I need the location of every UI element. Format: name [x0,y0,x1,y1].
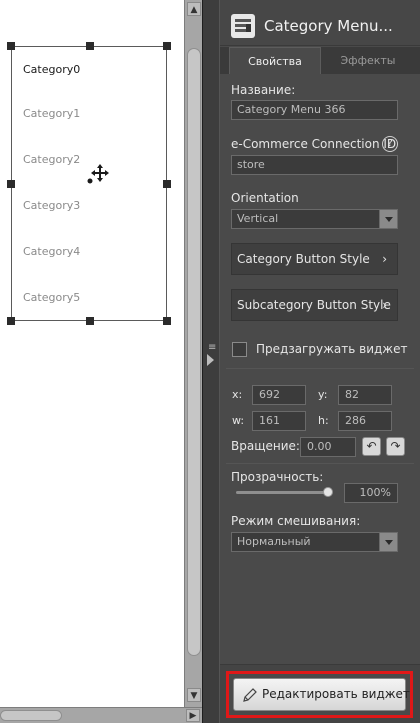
edit-widget-button[interactable]: Редактировать виджет [233,678,410,711]
category-item[interactable]: Category0 [23,63,80,76]
subcategory-button-style-button[interactable]: Subcategory Button Style › [231,289,398,321]
divider [226,368,414,369]
opacity-slider-handle[interactable] [323,487,333,497]
panel-title: Category Menu... [264,17,393,35]
h-field[interactable]: 286 [338,411,392,431]
category-item[interactable]: Category4 [23,245,80,258]
chevron-down-icon[interactable] [379,210,397,228]
connection-id-field[interactable]: store [231,155,398,175]
orientation-select[interactable]: Vertical [231,209,398,229]
resize-handle-bottom-left[interactable] [7,317,15,325]
resize-handle-top[interactable] [86,42,94,50]
rotation-field[interactable]: 0.00 [300,437,356,457]
name-label: Название: [231,83,296,97]
opacity-slider[interactable] [236,491,328,494]
orientation-label: Orientation [231,191,299,205]
collapse-arrow-icon[interactable] [207,354,214,366]
w-field[interactable]: 161 [252,411,306,431]
vertical-scrollbar[interactable]: ▲ ▼ [184,0,202,707]
opacity-field[interactable]: 100% [344,483,398,503]
resize-handle-top-left[interactable] [7,42,15,50]
scroll-up-icon[interactable]: ▲ [187,2,201,16]
scroll-right-icon[interactable]: ▶ [186,709,200,722]
rotate-left-icon[interactable]: ↶ [362,437,381,456]
resize-handle-top-right[interactable] [163,42,171,50]
resize-handle-bottom-right[interactable] [163,317,171,325]
properties-panel: Category Menu... Свойства Эффекты Назван… [220,0,420,723]
tab-effects[interactable]: Эффекты [322,47,414,74]
tab-bar: Свойства Эффекты [220,47,420,74]
vertical-scroll-thumb[interactable] [187,48,201,656]
category-item[interactable]: Category2 [23,153,80,166]
grip-icon: ≡ [208,342,217,353]
name-field[interactable]: Category Menu 366 [231,100,398,120]
horizontal-scroll-thumb[interactable] [0,710,62,721]
design-canvas[interactable]: Category0 Category1 Category2 Category3 … [0,0,184,707]
horizontal-scrollbar[interactable]: ▶ [0,707,202,723]
pencil-icon [243,688,257,702]
help-icon[interactable]: ? [382,136,398,152]
x-label: x: [232,388,243,401]
w-label: w: [232,414,245,427]
category-item[interactable]: Category3 [23,199,80,212]
blend-mode-select[interactable]: Нормальный [231,532,398,552]
divider [226,463,414,464]
preload-label: Предзагружать виджет [256,342,408,356]
panel-header: Category Menu... [220,0,420,46]
rotation-label: Вращение: [231,439,300,453]
blend-mode-value: Нормальный [237,535,311,548]
panel-footer: Редактировать виджет [220,664,420,723]
category-item[interactable]: Category5 [23,291,80,304]
chevron-right-icon: › [382,252,387,266]
chevron-down-icon[interactable] [379,533,397,551]
y-field[interactable]: 82 [338,385,392,405]
category-menu-icon [231,14,255,38]
resize-handle-bottom[interactable] [86,317,94,325]
rotate-right-icon[interactable]: ↷ [386,437,405,456]
blend-mode-label: Режим смешивания: [231,514,361,528]
edit-widget-label: Редактировать виджет [262,687,410,701]
category-button-style-label: Category Button Style [237,252,370,266]
subcategory-button-style-label: Subcategory Button Style [237,298,391,312]
opacity-label: Прозрачность: [231,470,324,484]
edit-widget-highlight: Редактировать виджет [226,671,413,718]
y-label: y: [318,388,328,401]
panel-splitter[interactable]: ≡ [202,0,220,723]
tab-properties[interactable]: Свойства [229,47,321,74]
resize-handle-left[interactable] [7,180,15,188]
move-icon[interactable] [86,161,110,185]
connection-id-label: e-Commerce Connection ID [231,137,397,151]
h-label: h: [318,414,329,427]
chevron-right-icon: › [382,298,387,312]
category-item[interactable]: Category1 [23,107,80,120]
resize-handle-right[interactable] [163,180,171,188]
orientation-value: Vertical [237,212,279,225]
x-field[interactable]: 692 [252,385,306,405]
scroll-down-icon[interactable]: ▼ [187,688,201,702]
preload-checkbox[interactable] [232,342,247,357]
category-button-style-button[interactable]: Category Button Style › [231,243,398,275]
